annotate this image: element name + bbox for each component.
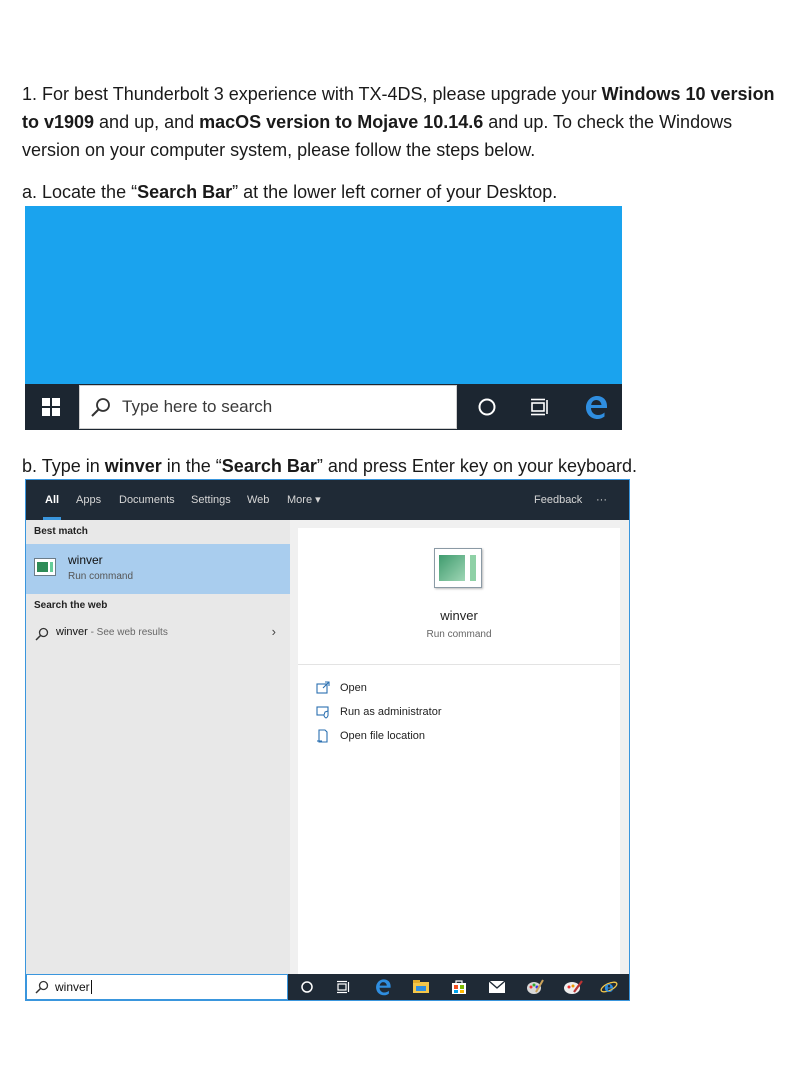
search-input-text: winver [55,979,90,994]
svg-text:e: e [604,978,614,996]
cortana-button[interactable] [461,384,513,430]
best-match-title: winver [68,553,103,567]
run-as-admin-action[interactable]: Run as administrator [316,702,442,722]
taskbar: winver e [26,974,629,1000]
winver-app-icon [34,558,56,576]
step-b-prefix: b. Type in [22,456,105,476]
preview-divider [298,664,620,665]
search-input-value: winver [55,980,92,995]
windows-logo-icon [42,398,60,416]
preview-subtitle: Run command [426,629,492,640]
cortana-button[interactable] [292,974,322,1000]
desktop-screenshot: Type here to search [25,206,622,430]
web-query-text: winver [56,626,88,638]
edge-browser-icon [376,979,391,996]
internet-explorer-icon: e [600,978,618,996]
search-icon [35,980,49,994]
open-file-location-action[interactable]: Open file location [316,726,425,746]
file-location-icon [317,729,328,743]
search-icon [91,398,110,417]
intro-text-mid: and up, and [94,112,200,132]
task-view-button[interactable] [513,384,565,430]
open-label: Open [340,682,367,694]
tab-all[interactable]: All [42,480,62,520]
tab-documents[interactable]: Documents [119,480,175,520]
open-icon [316,681,330,694]
tab-apps[interactable]: Apps [76,480,101,520]
folder-icon [413,980,429,993]
task-view-button[interactable] [328,974,358,1000]
cortana-circle-icon [301,981,313,993]
step-b-text: b. Type in winver in the “Search Bar” an… [22,452,794,480]
taskbar-search-box[interactable]: winver [26,974,288,1000]
store-bag-icon [452,980,466,994]
task-view-icon [337,980,350,994]
results-list: Best match winver Run command Search the… [26,520,290,974]
task-view-icon [531,398,548,416]
step-a-suffix: ” at the lower left corner of your Deskt… [232,182,558,202]
edge-button[interactable] [368,974,398,1000]
tab-more[interactable]: More ▾ [287,480,321,520]
intro-text: 1. For best Thunderbolt 3 experience wit… [22,84,602,104]
text-cursor [90,980,92,995]
internet-explorer-button[interactable]: e [594,974,624,1000]
mail-button[interactable] [482,974,512,1000]
best-match-label: Best match [34,526,88,537]
more-options-button[interactable]: ··· [596,480,607,520]
paint-brush-icon [564,980,583,994]
web-result-row[interactable]: winver - See web results › [26,622,290,646]
feedback-link[interactable]: Feedback [534,480,582,520]
search-placeholder: Type here to search [122,397,273,416]
edge-browser-icon [586,396,607,419]
preview-title: winver [440,608,478,623]
store-button[interactable] [444,974,474,1000]
best-match-result[interactable]: winver Run command [26,544,290,594]
web-query: winver - See web results [56,626,168,638]
macos-version-bold: macOS version to Mojave 10.14.6 [199,112,484,132]
search-results-screenshot: All Apps Documents Settings Web More ▾ F… [25,479,630,1001]
step-b-winver-bold: winver [104,456,162,476]
mail-envelope-icon [488,980,506,993]
taskbar: Type here to search [25,384,622,430]
chevron-right-icon[interactable]: › [272,624,276,639]
paint-app-button[interactable] [520,974,550,1000]
step-b-suffix: ” and press Enter key on your keyboard. [316,456,638,476]
edge-button[interactable] [570,384,622,430]
step-b-mid: in the “ [161,456,222,476]
tab-web[interactable]: Web [247,480,269,520]
taskbar-search-box[interactable]: Type here to search [79,385,457,429]
paint-palette-icon [527,979,544,994]
intro-paragraph: 1. For best Thunderbolt 3 experience wit… [22,80,794,164]
best-match-subtitle: Run command [68,571,134,582]
search-icon [35,627,49,641]
run-as-admin-label: Run as administrator [340,706,442,718]
step-a-prefix: a. Locate the “ [22,182,138,202]
open-file-location-label: Open file location [340,730,425,742]
search-web-label: Search the web [34,600,108,611]
start-button[interactable] [25,384,77,430]
step-b-searchbar-bold: Search Bar [221,456,317,476]
tab-settings[interactable]: Settings [191,480,231,520]
winver-large-icon [434,548,482,588]
admin-shield-icon [316,706,329,719]
step-a-bold: Search Bar [137,182,233,202]
web-query-suffix: - See web results [87,627,168,638]
result-preview-pane: winver Run command Open Run as administr… [298,528,620,974]
cortana-circle-icon [478,398,496,416]
paint-3d-button[interactable] [558,974,588,1000]
file-explorer-button[interactable] [406,974,436,1000]
search-filter-bar: All Apps Documents Settings Web More ▾ F… [26,480,629,520]
open-action[interactable]: Open [316,678,367,698]
step-a-text: a. Locate the “Search Bar” at the lower … [22,178,794,206]
